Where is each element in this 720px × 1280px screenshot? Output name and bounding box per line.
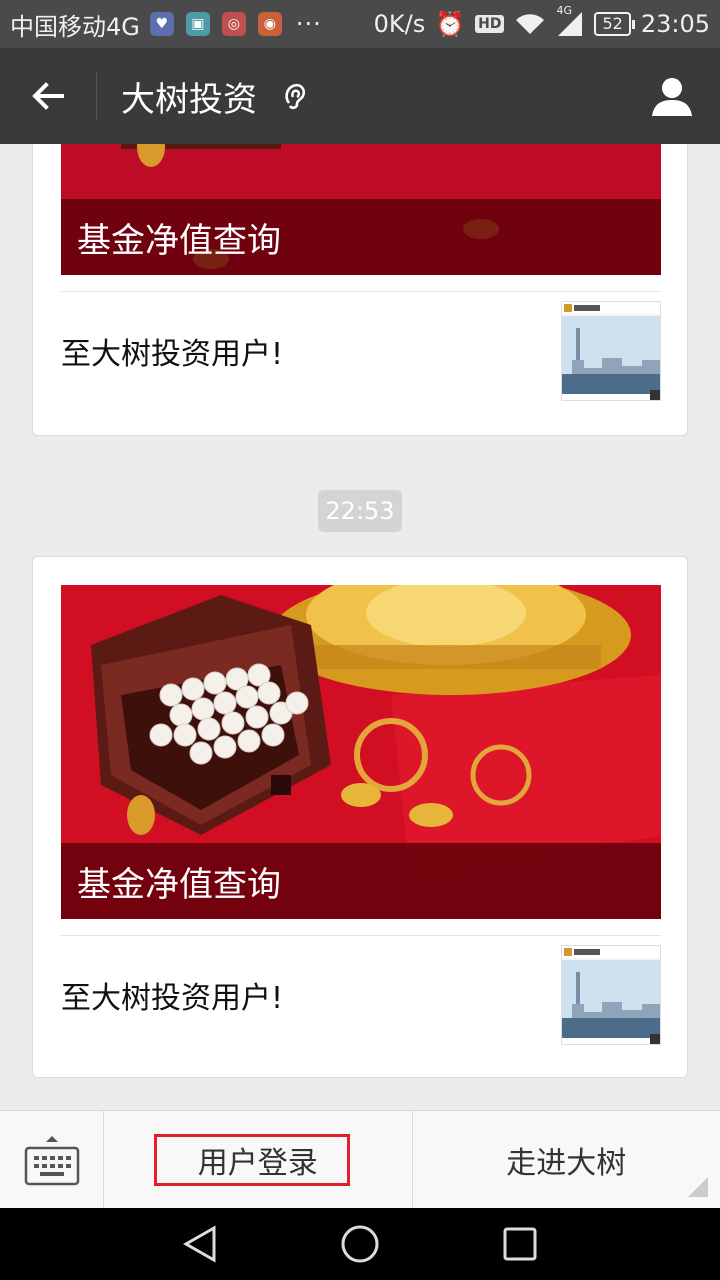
- nav-recents-button[interactable]: [490, 1214, 550, 1274]
- menu-about-dashu-label: 走进大树: [506, 1146, 627, 1181]
- wifi-icon: [516, 14, 545, 34]
- highlight-box: [154, 1134, 350, 1186]
- bottom-menu: 用户登录 走进大树: [0, 1110, 720, 1209]
- article-sub-item[interactable]: 至大树投资用户!: [61, 935, 661, 1054]
- page-title: 大树投资: [121, 79, 257, 120]
- menu-user-login[interactable]: 用户登录: [104, 1111, 413, 1209]
- triangle-back-icon: [182, 1225, 216, 1263]
- carrier-label: 中国移动4G: [10, 12, 140, 41]
- article-sub-item[interactable]: 至大树投资用户!: [61, 291, 661, 410]
- system-nav-bar: [0, 1208, 720, 1280]
- article-thumbnail: [561, 301, 661, 401]
- square-recents-icon: [503, 1227, 537, 1261]
- back-button[interactable]: [0, 48, 96, 144]
- article-cover[interactable]: 基金净值查询: [61, 144, 661, 275]
- weibo-app-icon: ◎: [221, 12, 246, 36]
- article-cover[interactable]: 基金净值查询: [61, 585, 661, 919]
- profile-button[interactable]: [624, 48, 720, 144]
- article-thumbnail: [561, 945, 661, 1045]
- alarm-icon: ⏰: [435, 10, 466, 38]
- title-divider: [96, 72, 97, 120]
- circle-home-icon: [341, 1225, 379, 1263]
- back-arrow-icon: [32, 82, 64, 110]
- cover-title: 基金净值查询: [61, 199, 661, 275]
- gallery-app-icon: ▣: [185, 12, 210, 36]
- more-notifications-icon: ···: [295, 10, 322, 38]
- clock: 23:05: [640, 10, 710, 38]
- battery-indicator: 52: [594, 12, 636, 36]
- nav-back-button[interactable]: [170, 1214, 230, 1274]
- ear-icon: [281, 81, 311, 111]
- hd-badge: HD: [475, 15, 505, 33]
- status-bar: 中国移动4G ♥ ▣ ◎ ◉ ··· 0K/s ⏰ HD 4G 52 23:05: [0, 0, 720, 48]
- message-list[interactable]: 基金净值查询 至大树投资用户! 22:53 基金净值查询 至大树投资用户!: [0, 144, 720, 1110]
- signal-icon: 4G: [556, 4, 584, 36]
- profile-icon: [652, 78, 692, 116]
- menu-about-dashu[interactable]: 走进大树: [413, 1111, 720, 1209]
- browser-app-icon: ◉: [257, 12, 282, 36]
- article-sub-title: 至大树投资用户!: [61, 337, 284, 372]
- article-card[interactable]: 基金净值查询 至大树投资用户!: [32, 556, 688, 1078]
- cover-title: 基金净值查询: [61, 843, 661, 919]
- health-app-icon: ♥: [149, 12, 174, 36]
- network-type: 4G: [556, 4, 572, 17]
- network-speed: 0K/s: [373, 10, 426, 38]
- message-timestamp: 22:53: [318, 490, 402, 532]
- title-bar: 大树投资: [0, 48, 720, 144]
- article-card[interactable]: 基金净值查询 至大树投资用户!: [32, 144, 688, 436]
- keyboard-icon: [24, 1136, 79, 1186]
- nav-home-button[interactable]: [330, 1214, 390, 1274]
- keyboard-toggle-button[interactable]: [0, 1111, 104, 1209]
- submenu-indicator-icon: [688, 1177, 708, 1197]
- article-sub-title: 至大树投资用户!: [61, 981, 284, 1016]
